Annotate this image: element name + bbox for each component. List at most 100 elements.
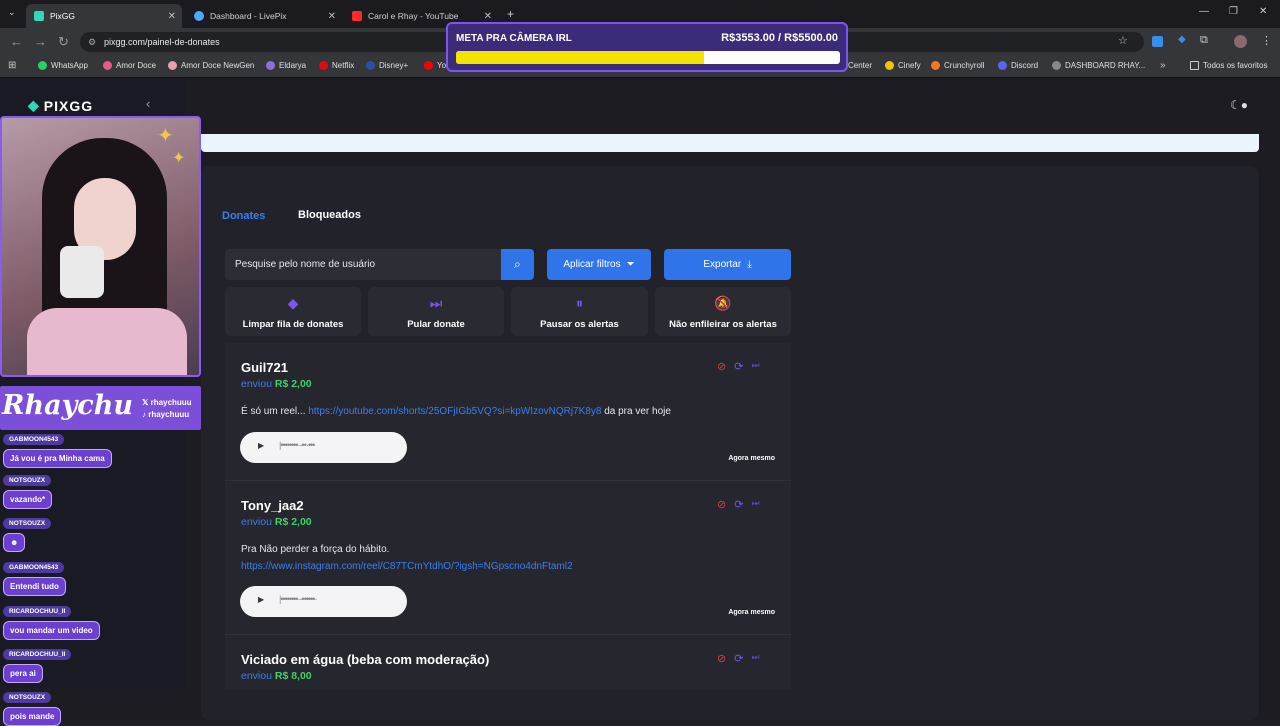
bookmark-disney[interactable]: Disney+ [366,61,408,70]
chat-text: Já vou é pra Minha cama [3,449,112,468]
donate-time: Agora mesmo [728,609,775,616]
chat-user: RICARDOCHUU_II [3,606,72,617]
close-tab-icon[interactable]: ✕ [328,11,336,22]
bookmark-label: Yo [437,61,447,70]
tab-donates[interactable]: Donates [222,210,265,222]
theme-toggle-icon[interactable]: ☾● [1230,98,1248,112]
block-icon[interactable]: ⊘ [717,652,726,665]
bookmark-star-icon[interactable]: ☆ [1118,34,1128,47]
donate-item: Guil721 enviou R$ 2,00 É só um reel... h… [225,343,791,480]
back-icon[interactable]: ← [10,34,23,49]
bookmark-youtube[interactable]: Yo [424,61,446,70]
chat-message: GABMOON4543 Já vou é pra Minha cama [3,428,112,468]
youtube-favicon-icon [352,11,362,21]
replay-icon[interactable]: ⟳ [734,652,743,665]
chat-user: NOTSOUZX [3,518,52,529]
close-tab-icon[interactable]: ✕ [168,11,176,22]
search-icon: ⌕ [514,257,521,271]
minimize-icon[interactable]: — [1199,6,1209,17]
close-window-icon[interactable]: ✕ [1259,6,1267,17]
reload-icon[interactable]: ↻ [58,34,69,50]
streamer-nameplate: Rhaychu 𝕏 rhaychuuu ♪ rhaychuuu [0,386,201,430]
extension-icon[interactable]: ◆ [1178,34,1186,45]
bookmark-cinefy[interactable]: Cinefy [885,61,921,70]
chat-message: NOTSOUZX pois mande [3,686,62,726]
site-info-icon[interactable]: ⚙ [88,32,96,52]
skip-donate-button[interactable]: ⏭ Pular donate [368,287,504,336]
bookmark-label: Center [848,61,873,70]
tab-bloqueados[interactable]: Bloqueados [298,209,361,221]
play-icon[interactable]: ▶ [258,595,264,604]
block-icon[interactable]: ⊘ [717,498,726,511]
waveform[interactable]: |••••••••·-••••••· [279,594,317,604]
tab-search-icon[interactable]: ⌄ [8,7,16,18]
block-icon[interactable]: ⊘ [717,360,726,373]
export-button[interactable]: Exportar ⤓ [664,249,791,280]
bookmark-eldarya[interactable]: Eldarya [266,61,306,70]
apply-filters-button[interactable]: Aplicar filtros ⏷ [547,249,651,280]
bookmark-label: Disney+ [379,61,409,70]
clear-queue-button[interactable]: ◆ Limpar fila de donates [225,287,361,336]
play-icon[interactable]: ▶ [258,441,264,450]
search-input[interactable]: Pesquise pelo nome de usuário [225,249,501,280]
bookmark-center[interactable]: Center [848,61,872,70]
export-label: Exportar [703,259,742,270]
bookmark-label: Crunchyroll [944,61,985,70]
info-banner [201,134,1259,152]
message-link[interactable]: https://youtube.com/shorts/25OFjIGb5VQ?s… [308,406,601,417]
chat-user: GABMOON4543 [3,562,65,573]
tiktok-handle: ♪ rhaychuuu [142,410,190,419]
bookmark-label: Amor Doce [116,61,157,70]
profile-avatar[interactable] [1234,35,1247,48]
bookmark-crunchyroll[interactable]: Crunchyroll [931,61,984,70]
more-bookmarks-icon[interactable]: » [1160,60,1166,71]
waveform[interactable]: |••••••••·-••·••• [279,440,315,450]
pause-alerts-button[interactable]: ⏸ Pausar os alertas [511,287,648,336]
new-tab-icon[interactable]: + [507,7,514,21]
tab-livepix[interactable]: Dashboard - LivePix ✕ [186,4,342,28]
sent-label: enviou [241,378,272,390]
bookmark-all-favorites[interactable]: Todos os favoritos [1190,61,1267,70]
bookmark-dashboard[interactable]: DASHBOARD RHAY... [1052,61,1145,70]
bookmark-amor-doce[interactable]: Amor Doce [103,61,156,70]
donate-amount-line: enviou R$ 8,00 [241,670,312,682]
restore-icon[interactable]: ❐ [1229,6,1238,17]
skip-icon: ⏭ [429,295,443,311]
replay-icon[interactable]: ⟳ [734,498,743,511]
apps-grid-icon[interactable]: ⊞ [8,60,16,71]
pixgg-logo: ◆ PIXGG [28,97,93,114]
bookmark-label: Cinefy [898,61,921,70]
skip-icon[interactable]: ⏭ [751,360,759,373]
star-icon: ✦ [172,150,186,167]
search-button[interactable]: ⌕ [501,249,534,280]
message-link[interactable]: https://www.instagram.com/reel/C87TCmYtd… [241,561,573,572]
menu-kebab-icon[interactable]: ⋮ [1261,34,1272,47]
close-tab-icon[interactable]: ✕ [484,11,492,22]
extensions-puzzle-icon[interactable]: ⧉ [1200,34,1208,47]
eldarya-icon [266,61,275,70]
bookmark-discord[interactable]: Discord [998,61,1038,70]
bell-off-icon: 🔕 [714,295,732,311]
chat-text: vou mandar um video [3,621,100,640]
x-handle: 𝕏 rhaychuuu [142,398,192,407]
dont-queue-alerts-button[interactable]: 🔕 Não enfileirar os alertas [655,287,791,336]
collapse-sidebar-icon[interactable]: ‹ [146,96,150,111]
audio-player[interactable]: ▶ |••••••••·-••·••• [240,432,407,463]
bookmark-whatsapp[interactable]: WhatsApp [38,61,88,70]
chat-user: NOTSOUZX [3,692,52,703]
message-text: Pra Não perder a força do hábito. [241,544,390,555]
youtube-icon [424,61,433,70]
forward-icon[interactable]: → [34,34,47,49]
audio-player[interactable]: ▶ |••••••••·-••••••· [240,586,407,617]
bookmark-amor-doce-newgen[interactable]: Amor Doce NewGen [168,61,254,70]
skip-icon[interactable]: ⏭ [751,652,759,665]
bookmark-netflix[interactable]: Netflix [319,61,354,70]
extension-icon[interactable] [1152,36,1163,47]
star-icon: ✦ [157,125,174,147]
donate-amount: R$ 2,00 [274,516,312,528]
tab-pixgg[interactable]: PixGG ✕ [26,4,182,28]
skip-icon[interactable]: ⏭ [751,498,759,511]
replay-icon[interactable]: ⟳ [734,360,743,373]
donate-item: Tony_jaa2 enviou R$ 2,00 Pra Não perder … [225,481,791,634]
bookmark-label: Eldarya [279,61,307,70]
